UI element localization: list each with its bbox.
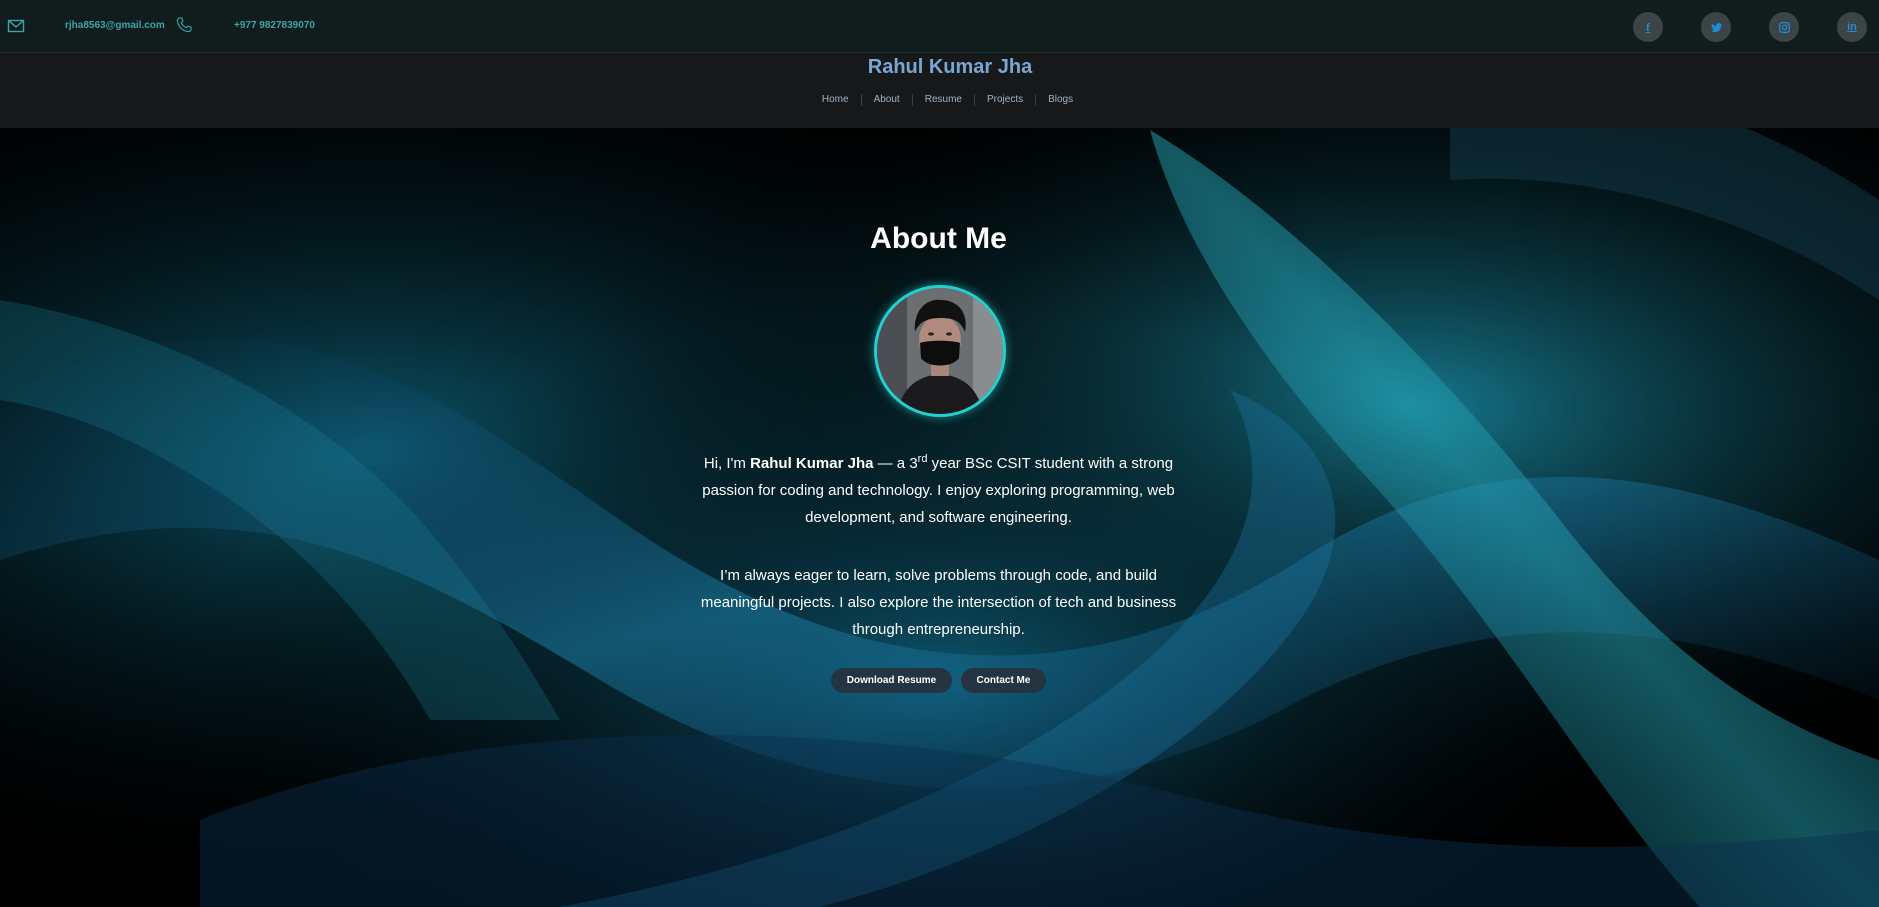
facebook-glyph: f <box>1646 19 1650 34</box>
nav-blogs[interactable]: Blogs <box>1036 94 1085 106</box>
site-header: Rahul Kumar Jha Home About Resume Projec… <box>0 53 1879 128</box>
contact-me-button[interactable]: Contact Me <box>961 668 1046 693</box>
instagram-icon[interactable] <box>1769 12 1799 42</box>
bio-paragraph-1: Hi, I'm Rahul Kumar Jha — a 3rd year BSc… <box>690 446 1187 531</box>
download-resume-button[interactable]: Download Resume <box>831 668 952 693</box>
phone-icon <box>175 16 193 34</box>
facebook-icon[interactable]: f <box>1633 12 1663 42</box>
mail-icon <box>7 17 25 35</box>
nav-about[interactable]: About <box>862 94 913 106</box>
main-nav: Home About Resume Projects Blogs <box>0 94 1879 106</box>
twitter-icon[interactable] <box>1701 12 1731 42</box>
bio-name: Rahul Kumar Jha <box>750 455 874 472</box>
page-title: About Me <box>870 222 1007 255</box>
about-section: About Me Hi, I'm Rahul Kumar Jha — a 3rd… <box>0 128 1879 907</box>
phone-number[interactable]: +977 9827839070 <box>234 20 315 31</box>
avatar <box>874 285 1006 417</box>
nav-home[interactable]: Home <box>810 94 862 106</box>
linkedin-glyph: in <box>1847 21 1857 33</box>
site-brand[interactable]: Rahul Kumar Jha <box>0 56 1879 79</box>
page: rjha8563@gmail.com +977 9827839070 f in <box>0 0 1879 907</box>
bio-year: — a 3 <box>873 455 918 472</box>
bio-prefix: Hi, I'm <box>703 455 751 472</box>
contact-bar: rjha8563@gmail.com +977 9827839070 f in <box>0 0 1879 53</box>
email-link[interactable]: rjha8563@gmail.com <box>65 20 165 31</box>
bio-paragraph-2: I’m always eager to learn, solve problem… <box>700 567 1177 638</box>
bio-year-suffix: rd <box>917 453 928 465</box>
linkedin-icon[interactable]: in <box>1837 12 1867 42</box>
nav-resume[interactable]: Resume <box>913 94 975 106</box>
nav-projects[interactable]: Projects <box>975 94 1037 106</box>
